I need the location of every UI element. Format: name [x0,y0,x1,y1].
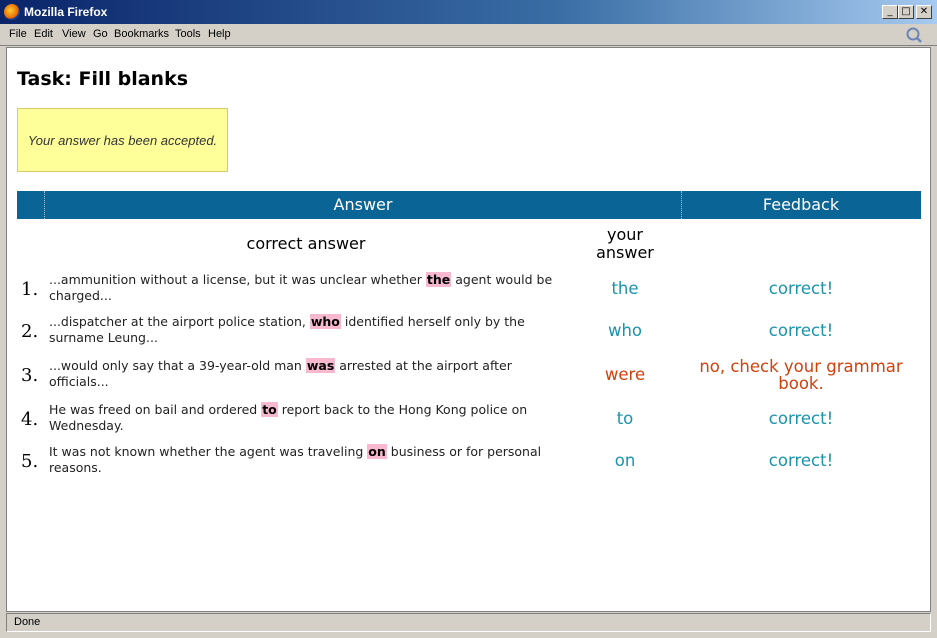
feedback-text: correct! [768,279,834,298]
results-table-header: Answer Feedback [17,191,921,219]
your-answer: the [611,279,639,298]
page-title: Task: Fill blanks [17,68,189,90]
correct-word-highlight: the [425,272,452,287]
table-row: 3. ...would only say that a 39-year-old … [17,358,921,398]
row-number: 5. [21,451,39,472]
correct-word-highlight: on [367,444,387,459]
subheader-your-line1: your [607,225,643,244]
menu-bookmarks[interactable]: Bookmarks [114,28,169,40]
subheader-your-answer: your answer [579,226,671,262]
row-number: 4. [21,409,39,430]
menu-help[interactable]: Help [208,28,231,40]
page-content: Task: Fill blanks Your answer has been a… [6,47,931,612]
menu-go[interactable]: Go [93,28,108,40]
row-number: 3. [21,365,39,386]
accepted-notice: Your answer has been accepted. [17,108,228,172]
header-answer: Answer [44,191,682,219]
row-sentence: ...would only say that a 39-year-old man… [49,358,512,389]
window-titlebar[interactable]: Mozilla Firefox _ □ ✕ [0,0,937,24]
correct-word-highlight: to [261,402,278,417]
row-sentence: It was not known whether the agent was t… [49,444,542,475]
row-sentence: ...ammunition without a license, but it … [49,272,553,303]
your-answer: were [604,365,646,384]
menu-view[interactable]: View [62,28,86,40]
correct-word-highlight: who [309,314,341,329]
row-number: 1. [21,279,39,300]
table-row: 5. It was not known whether the agent wa… [17,444,921,484]
throbber-icon [906,27,922,43]
menu-bar: File Edit View Go Bookmarks Tools Help [0,24,937,46]
header-feedback: Feedback [762,195,840,214]
your-answer: to [616,409,634,428]
feedback-text: correct! [768,321,834,340]
correct-word-highlight: was [305,358,336,373]
menu-file[interactable]: File [9,28,27,40]
header-number-column [17,191,43,219]
table-row: 2. ...dispatcher at the airport police s… [17,314,921,354]
notice-text: Your answer has been accepted. [27,132,218,148]
feedback-text: correct! [768,409,834,428]
maximize-button[interactable]: □ [898,5,914,19]
firefox-icon [4,4,20,20]
row-sentence: He was freed on bail and ordered to repo… [49,402,528,433]
minimize-button[interactable]: _ [882,5,898,19]
status-text: Done [14,616,41,628]
table-row: 4. He was freed on bail and ordered to r… [17,402,921,442]
subheader-your-line2: answer [596,243,654,262]
feedback-text: correct! [768,451,834,470]
row-number: 2. [21,321,39,342]
your-answer: who [607,321,643,340]
your-answer: on [614,451,636,470]
row-sentence: ...dispatcher at the airport police stat… [49,314,525,345]
table-row: 1. ...ammunition without a license, but … [17,272,921,312]
close-button[interactable]: ✕ [916,5,932,19]
feedback-text: no, check your grammar book. [699,357,903,393]
window-title: Mozilla Firefox [24,5,108,19]
subheader-correct-answer: correct answer [246,234,366,253]
status-bar: Done [6,613,931,632]
menu-tools[interactable]: Tools [175,28,201,40]
menu-edit[interactable]: Edit [34,28,53,40]
